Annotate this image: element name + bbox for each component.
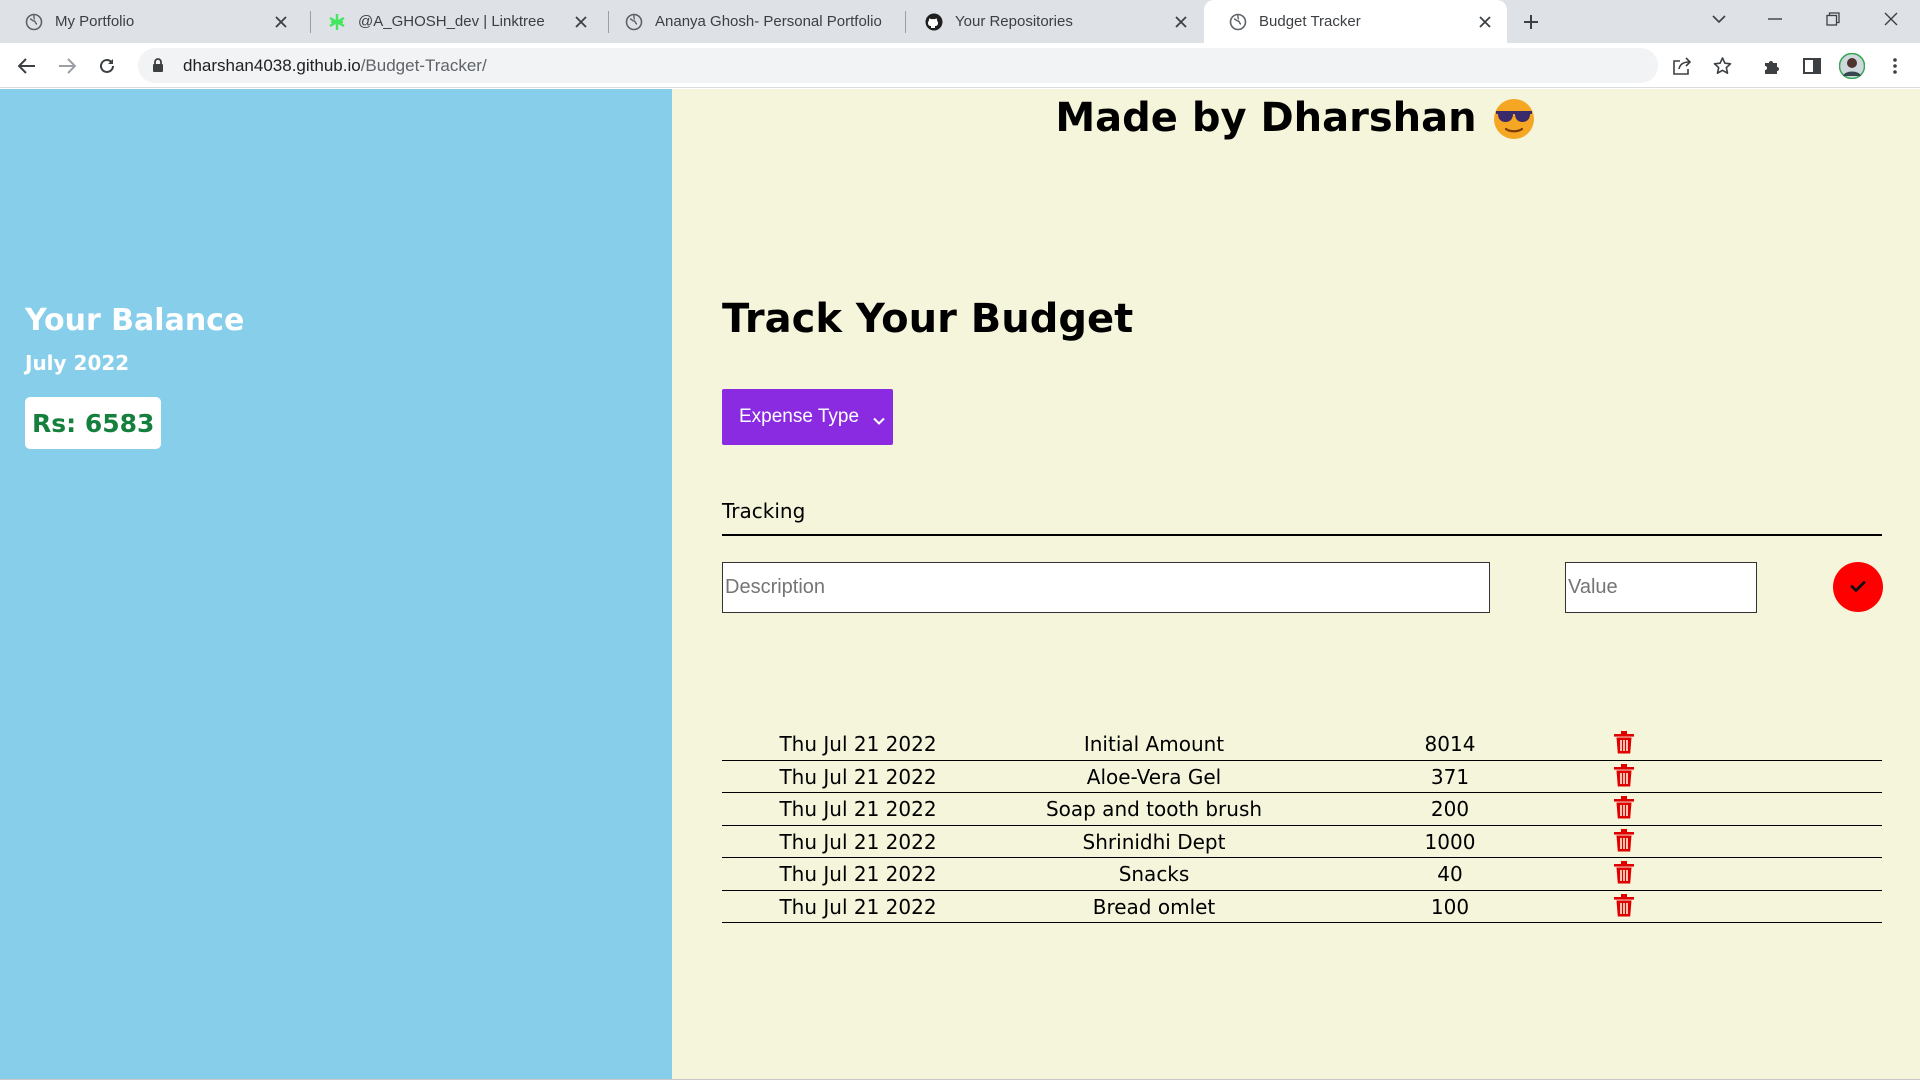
close-window-button[interactable] <box>1868 0 1914 38</box>
share-icon[interactable] <box>1672 57 1692 75</box>
transaction-row: Thu Jul 21 2022 Snacks 40 <box>722 858 1882 891</box>
transaction-date: Thu Jul 21 2022 <box>779 797 937 821</box>
trash-icon[interactable] <box>1614 828 1634 857</box>
reload-button[interactable] <box>92 51 122 81</box>
transaction-date: Thu Jul 21 2022 <box>779 732 937 756</box>
tab-title: Budget Tracker <box>1259 13 1361 30</box>
transaction-value: 200 <box>1430 797 1470 821</box>
trash-icon[interactable] <box>1614 731 1634 759</box>
submit-button[interactable] <box>1833 562 1883 612</box>
menu-kebab-icon[interactable] <box>1880 51 1910 81</box>
profile-avatar[interactable] <box>1837 51 1867 81</box>
tab-title: Ananya Ghosh- Personal Portfolio <box>655 13 882 30</box>
url-path: /Budget-Tracker/ <box>360 55 487 75</box>
tracking-divider <box>722 534 1882 536</box>
tab-my-portfolio[interactable]: My Portfolio <box>0 0 303 43</box>
transaction-value: 1000 <box>1424 829 1476 854</box>
trash-icon[interactable] <box>1614 796 1634 824</box>
transaction-description: Snacks <box>1118 862 1190 886</box>
made-by-heading: Made by Dharshan <box>672 95 1920 141</box>
chevron-down-icon <box>873 409 885 431</box>
balance-amount: Rs: 6583 <box>25 397 162 449</box>
description-input[interactable]: Description <box>722 562 1490 613</box>
url-text: dharshan4038.github.io/Budget-Tracker/ <box>183 56 487 76</box>
transaction-value: 371 <box>1430 764 1470 789</box>
page-content: Your Balance July 2022 Rs: 6583 Made by … <box>0 89 1920 1080</box>
transaction-date: Thu Jul 21 2022 <box>779 829 937 854</box>
page-title: Track Your Budget <box>722 296 1134 342</box>
extensions-puzzle-icon[interactable] <box>1757 51 1787 81</box>
new-tab-button[interactable] <box>1508 3 1554 41</box>
minimize-button[interactable] <box>1752 0 1798 38</box>
github-icon <box>925 13 943 31</box>
description-placeholder: Description <box>725 576 826 598</box>
tab-title: @A_GHOSH_dev | Linktree <box>358 13 545 30</box>
close-tab-icon[interactable] <box>1173 14 1189 30</box>
bookmark-star-icon[interactable] <box>1712 57 1732 75</box>
sunglasses-emoji-icon <box>1491 95 1537 141</box>
globe-icon <box>625 13 643 31</box>
address-bar[interactable]: dharshan4038.github.io/Budget-Tracker/ <box>138 48 1731 83</box>
check-icon <box>1850 578 1866 597</box>
transaction-row: Thu Jul 21 2022 Soap and tooth brush 200 <box>722 793 1882 826</box>
tab-your-repositories[interactable]: Your Repositories <box>900 0 1203 43</box>
expense-type-select[interactable]: Expense Type <box>722 389 893 445</box>
tracking-label: Tracking <box>722 499 806 523</box>
tab-strip: My Portfolio @A_GHOSH_dev | Linktree Ana… <box>0 0 1920 43</box>
tab-title: Your Repositories <box>955 13 1073 30</box>
trash-icon[interactable] <box>1614 763 1634 792</box>
transaction-row: Thu Jul 21 2022 Initial Amount 8014 <box>722 728 1882 761</box>
transaction-list: Thu Jul 21 2022 Initial Amount 8014 Thu … <box>722 728 1882 923</box>
back-button[interactable] <box>12 51 42 81</box>
transaction-row: Thu Jul 21 2022 Bread omlet 100 <box>722 891 1882 923</box>
transaction-description: Initial Amount <box>1083 732 1225 756</box>
transaction-description: Bread omlet <box>1092 894 1216 919</box>
tab-search-chevron-icon[interactable] <box>1696 0 1742 38</box>
side-panel-icon[interactable] <box>1797 51 1827 81</box>
value-input[interactable]: Value <box>1565 562 1757 613</box>
balance-panel: Your Balance July 2022 Rs: 6583 <box>0 89 672 1080</box>
browser-toolbar: dharshan4038.github.io/Budget-Tracker/ <box>0 43 1920 88</box>
transaction-date: Thu Jul 21 2022 <box>779 764 937 789</box>
trash-icon[interactable] <box>1614 893 1634 922</box>
trash-icon[interactable] <box>1614 861 1634 889</box>
transaction-date: Thu Jul 21 2022 <box>779 894 937 919</box>
globe-icon <box>1229 13 1247 31</box>
restore-button[interactable] <box>1810 0 1856 38</box>
tab-title: My Portfolio <box>55 13 135 30</box>
transaction-date: Thu Jul 21 2022 <box>779 862 937 886</box>
transaction-description: Soap and tooth brush <box>1045 797 1263 821</box>
transaction-description: Shrinidhi Dept <box>1082 829 1226 854</box>
tab-ananya-portfolio[interactable]: Ananya Ghosh- Personal Portfolio <box>600 0 903 43</box>
tracker-panel: Made by Dharshan Track Your Budget Expen… <box>672 89 1920 1080</box>
transaction-value: 100 <box>1430 894 1470 919</box>
close-tab-icon[interactable] <box>1477 14 1493 30</box>
transaction-row: Thu Jul 21 2022 Aloe-Vera Gel 371 <box>722 761 1882 793</box>
transaction-value: 8014 <box>1424 732 1476 756</box>
balance-month: July 2022 <box>25 351 130 375</box>
tab-linktree[interactable]: @A_GHOSH_dev | Linktree <box>303 0 603 43</box>
made-by-text: Made by Dharshan <box>1055 95 1477 141</box>
transaction-row: Thu Jul 21 2022 Shrinidhi Dept 1000 <box>722 826 1882 858</box>
transaction-value: 40 <box>1437 862 1463 886</box>
value-placeholder: Value <box>1568 576 1618 598</box>
linktree-icon <box>328 13 346 31</box>
close-tab-icon[interactable] <box>273 14 289 30</box>
expense-type-label: Expense Type <box>739 406 860 427</box>
forward-button[interactable] <box>52 51 82 81</box>
url-host: dharshan4038.github.io <box>183 55 361 75</box>
tab-budget-tracker[interactable]: Budget Tracker <box>1204 0 1507 43</box>
lock-icon <box>152 58 166 74</box>
transaction-description: Aloe-Vera Gel <box>1086 764 1222 789</box>
close-tab-icon[interactable] <box>573 14 589 30</box>
globe-icon <box>25 13 43 31</box>
balance-title: Your Balance <box>25 303 245 338</box>
